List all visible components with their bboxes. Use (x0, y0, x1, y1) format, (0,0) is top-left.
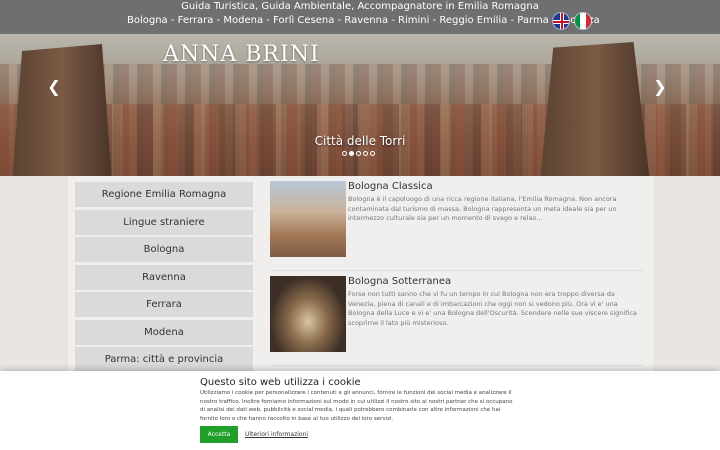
left-tower-image (12, 44, 112, 176)
article-thumbnail[interactable] (270, 181, 346, 257)
sidebar-item-ravenna[interactable]: Ravenna (75, 264, 253, 290)
site-logo[interactable]: ANNA BRINI (163, 42, 320, 67)
carousel-indicators (342, 151, 375, 156)
carousel-dot[interactable] (356, 151, 361, 156)
carousel-dot-active[interactable] (349, 151, 354, 156)
sidebar-menu: Regione Emilia Romagna Lingue straniere … (75, 182, 253, 375)
carousel-next-icon[interactable]: ❯ (652, 79, 668, 95)
article-item: Bologna Sotterranea Forse non tutti sann… (270, 276, 644, 366)
italy-flag-icon[interactable] (574, 12, 592, 30)
more-info-link[interactable]: Ulteriori informazioni (245, 431, 308, 438)
article-title[interactable]: Bologna Sotterranea (348, 276, 451, 287)
sidebar-item-ferrara[interactable]: Ferrara (75, 292, 253, 317)
article-item: Bologna Classica Bologna è il capoluogo … (270, 181, 644, 271)
accept-cookies-button[interactable]: Accetta (200, 426, 238, 443)
cookie-title: Questo sito web utilizza i cookie (200, 377, 361, 388)
top-header: Guida Turistica, Guida Ambientale, Accom… (0, 0, 720, 34)
slide-caption: Città delle Torri (314, 134, 406, 148)
article-list: Bologna Classica Bologna è il capoluogo … (270, 181, 644, 371)
cookie-text: Utilizziamo i cookie per personalizzare … (200, 390, 513, 422)
carousel-dot[interactable] (363, 151, 368, 156)
cookie-banner: Questo sito web utilizza i cookie Utiliz… (0, 371, 720, 450)
article-excerpt: Forse non tutti sanno che vi fu un tempo… (348, 290, 637, 327)
sidebar-item-parma[interactable]: Parma: città e provincia (75, 347, 253, 372)
sidebar-item-regione[interactable]: Regione Emilia Romagna (75, 182, 253, 207)
carousel-dot[interactable] (370, 151, 375, 156)
site-tagline: Guida Turistica, Guida Ambientale, Accom… (181, 1, 539, 12)
sidebar-item-modena[interactable]: Modena (75, 319, 253, 345)
carousel-dot[interactable] (342, 151, 347, 156)
article-title[interactable]: Bologna Classica (348, 181, 433, 192)
sidebar-item-lingue[interactable]: Lingue straniere (75, 209, 253, 235)
cities-list: Bologna - Ferrara - Modena - Forlì Cesen… (127, 15, 600, 26)
carousel-prev-icon[interactable]: ❮ (46, 79, 62, 95)
article-thumbnail[interactable] (270, 276, 346, 352)
article-excerpt: Bologna è il capoluogo di una ricca regi… (348, 195, 617, 222)
right-tower-image (540, 42, 650, 176)
hero-carousel: ANNA BRINI ❮ ❯ Città delle Torri (0, 34, 720, 176)
uk-flag-icon[interactable] (552, 12, 570, 30)
sidebar-item-bologna[interactable]: Bologna (75, 237, 253, 262)
